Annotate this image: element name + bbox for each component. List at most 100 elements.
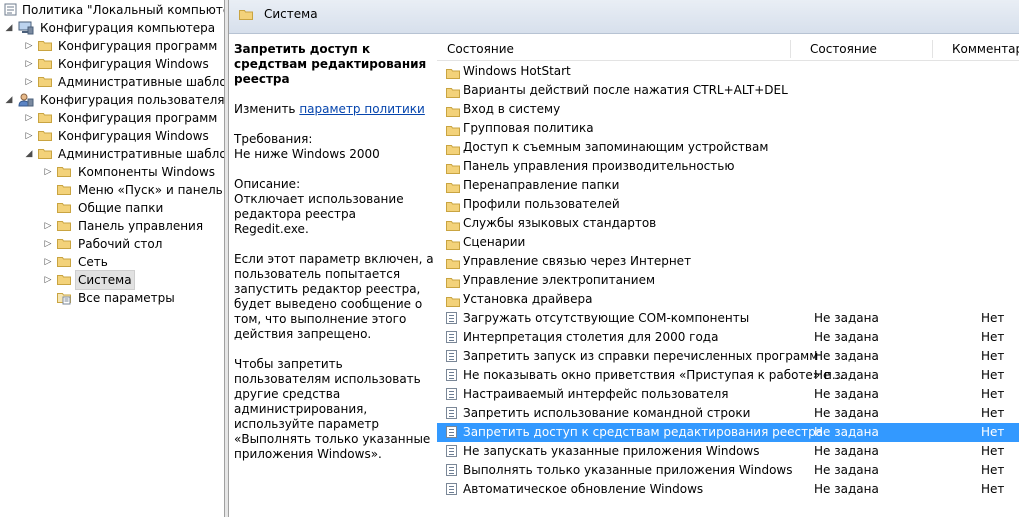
collapse-arrow-icon[interactable]: ◢ [4,19,14,37]
setting-name: Выполнять только указанные приложения Wi… [463,463,793,477]
policy-setting-icon [446,445,457,457]
policy-document-icon [4,3,17,16]
folder-name: Управление связью через Интернет [463,254,692,268]
tree-label: Общие папки [78,201,164,215]
folder-row[interactable]: Windows HotStart [437,62,1019,81]
folder-row[interactable]: Панель управления производительностью [437,157,1019,176]
tree-label: Административные шаблоны [58,147,224,161]
expand-arrow-icon[interactable]: ▷ [43,271,53,289]
setting-row[interactable]: Настраиваемый интерфейс пользователя Не з… [437,385,1019,404]
expand-arrow-icon[interactable]: ▷ [24,55,34,73]
setting-row-selected[interactable]: Запретить доступ к средствам редактирова… [437,423,1019,442]
folder-name: Профили пользователей [463,197,620,211]
policy-setting-icon [446,426,457,438]
expand-arrow-icon[interactable]: ▷ [43,235,53,253]
collapse-arrow-icon[interactable]: ◢ [4,91,14,109]
category-title: Система [264,7,318,21]
column-separator[interactable] [790,40,791,58]
folder-row[interactable]: Управление электропитанием [437,271,1019,290]
setting-state: Не задана [814,368,879,382]
setting-row[interactable]: Автоматическое обновление Windows Не зада… [437,480,1019,499]
setting-row[interactable]: Интерпретация столетия для 2000 года Не з… [437,328,1019,347]
requirements-value: Не ниже Windows 2000 [234,147,380,161]
folder-row[interactable]: Сценарии [437,233,1019,252]
tree-label: Конфигурация пользователя [40,93,224,107]
setting-state: Не задана [814,444,879,458]
setting-comment: Нет [981,425,1005,439]
setting-state: Не задана [814,311,879,325]
setting-comment: Нет [981,349,1005,363]
expand-arrow-icon[interactable]: ▷ [24,37,34,55]
setting-row[interactable]: Запретить запуск из справки перечисленны… [437,347,1019,366]
setting-comment: Нет [981,444,1005,458]
collapse-arrow-icon[interactable]: ◢ [24,145,34,163]
setting-state: Не задана [814,425,879,439]
folder-row[interactable]: Перенаправление папки [437,176,1019,195]
folder-icon [239,10,253,20]
policy-setting-icon [446,369,457,381]
policy-setting-icon [446,312,457,324]
policy-setting-icon [446,331,457,343]
expand-arrow-icon[interactable]: ▷ [43,253,53,271]
setting-state: Не задана [814,330,879,344]
tree-label: Конфигурация программ [58,111,218,125]
folder-row[interactable]: Службы языковых стандартов [437,214,1019,233]
column-header-state[interactable]: Состояние [810,42,877,56]
policy-title: Запретить доступ к средствам редактирова… [234,42,427,86]
list-header: Состояние Состояние Комментарий [437,38,1019,61]
setting-name: Интерпретация столетия для 2000 года [463,330,719,344]
setting-name: Запретить использование командной строки [463,406,751,420]
expand-arrow-icon[interactable]: ▷ [24,73,34,91]
folder-row[interactable]: Вход в систему [437,100,1019,119]
tree-label-selected: Система [75,270,135,290]
policy-setting-icon [446,350,457,362]
expand-arrow-icon[interactable]: ▷ [24,127,34,145]
policy-setting-icon [446,407,457,419]
tree-label: Конфигурация компьютера [40,21,216,35]
folder-name: Перенаправление папки [463,178,620,192]
folder-row[interactable]: Доступ к съемным запоминающим устройства… [437,138,1019,157]
setting-state: Не задана [814,482,879,496]
edit-policy-link[interactable]: параметр политики [299,102,425,116]
setting-name: Запретить доступ к средствам редактирова… [463,425,824,439]
expand-arrow-icon[interactable]: ▷ [24,109,34,127]
folder-row[interactable]: Профили пользователей [437,195,1019,214]
folder-icon [38,41,52,51]
folder-icon [38,77,52,87]
folder-row[interactable]: Варианты действий после нажатия CTRL+ALT… [437,81,1019,100]
tree-label: Все параметры [78,291,175,305]
category-header: Система [229,0,1019,34]
description-label: Описание: [234,177,301,191]
setting-row[interactable]: Выполнять только указанные приложения Wi… [437,461,1019,480]
column-header-comment[interactable]: Комментарий [952,42,1019,56]
folder-name: Управление электропитанием [463,273,655,287]
tree-label: Панель управления [78,219,204,233]
folder-icon [57,221,71,231]
column-separator[interactable] [932,40,933,58]
folder-row[interactable]: Установка драйвера [437,290,1019,309]
column-header-name[interactable]: Состояние [447,42,514,56]
setting-comment: Нет [981,368,1005,382]
requirements-label: Требования: [234,132,313,146]
expand-arrow-icon[interactable]: ▷ [43,163,53,181]
description-text: Отключает использование редактора реестр… [234,192,404,236]
folder-icon [38,149,52,159]
description-paragraph: Чтобы запретить пользователям использова… [234,357,431,461]
setting-name: Настраиваемый интерфейс пользователя [463,387,729,401]
folder-icon [57,257,71,267]
tree-label: Административные шаблоны [58,75,224,89]
setting-row[interactable]: Запретить использование командной строки… [437,404,1019,423]
folder-name: Доступ к съемным запоминающим устройства… [463,140,769,154]
folder-icon [57,203,71,213]
folder-row[interactable]: Управление связью через Интернет [437,252,1019,271]
tree-label: Сеть [78,255,108,269]
folder-name: Windows HotStart [463,64,571,78]
setting-row[interactable]: Не запускать указанные приложения Window… [437,442,1019,461]
setting-row[interactable]: Не показывать окно приветствия «Приступа… [437,366,1019,385]
setting-row[interactable]: Загружать отсутствующие COM-компоненты Не… [437,309,1019,328]
setting-name: Запретить запуск из справки перечисленны… [463,349,819,363]
edit-policy-line: Изменить параметр политики [234,102,434,117]
setting-comment: Нет [981,311,1005,325]
folder-row[interactable]: Групповая политика [437,119,1019,138]
expand-arrow-icon[interactable]: ▷ [43,217,53,235]
